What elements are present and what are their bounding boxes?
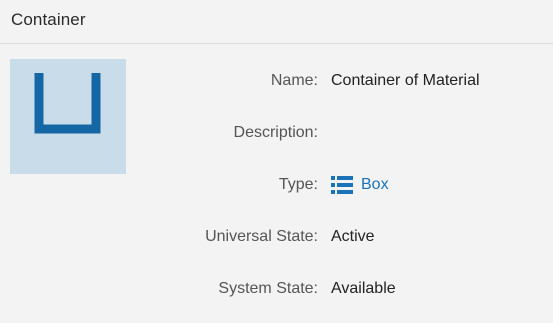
panel-header: Container: [0, 0, 553, 44]
description-row: Description:: [0, 124, 553, 150]
name-row: Name: Container of Material: [0, 72, 553, 98]
universal-state-value: Active: [331, 228, 375, 245]
name-label: Name:: [270, 72, 318, 89]
name-value: Container of Material: [331, 72, 480, 89]
type-link[interactable]: Box: [331, 175, 389, 195]
container-panel: Container Name: Container of Material De…: [0, 0, 553, 323]
list-icon: [331, 176, 353, 194]
system-state-label: System State:: [218, 280, 318, 297]
type-label: Type:: [278, 176, 318, 193]
type-value: Box: [361, 176, 389, 193]
description-label: Description:: [233, 124, 318, 141]
panel-title: Container: [11, 10, 86, 29]
system-state-value: Available: [331, 280, 396, 297]
universal-state-label: Universal State:: [205, 228, 318, 245]
system-state-row: System State: Available: [0, 280, 553, 306]
type-row: Type: Box: [0, 176, 553, 202]
universal-state-row: Universal State: Active: [0, 228, 553, 254]
